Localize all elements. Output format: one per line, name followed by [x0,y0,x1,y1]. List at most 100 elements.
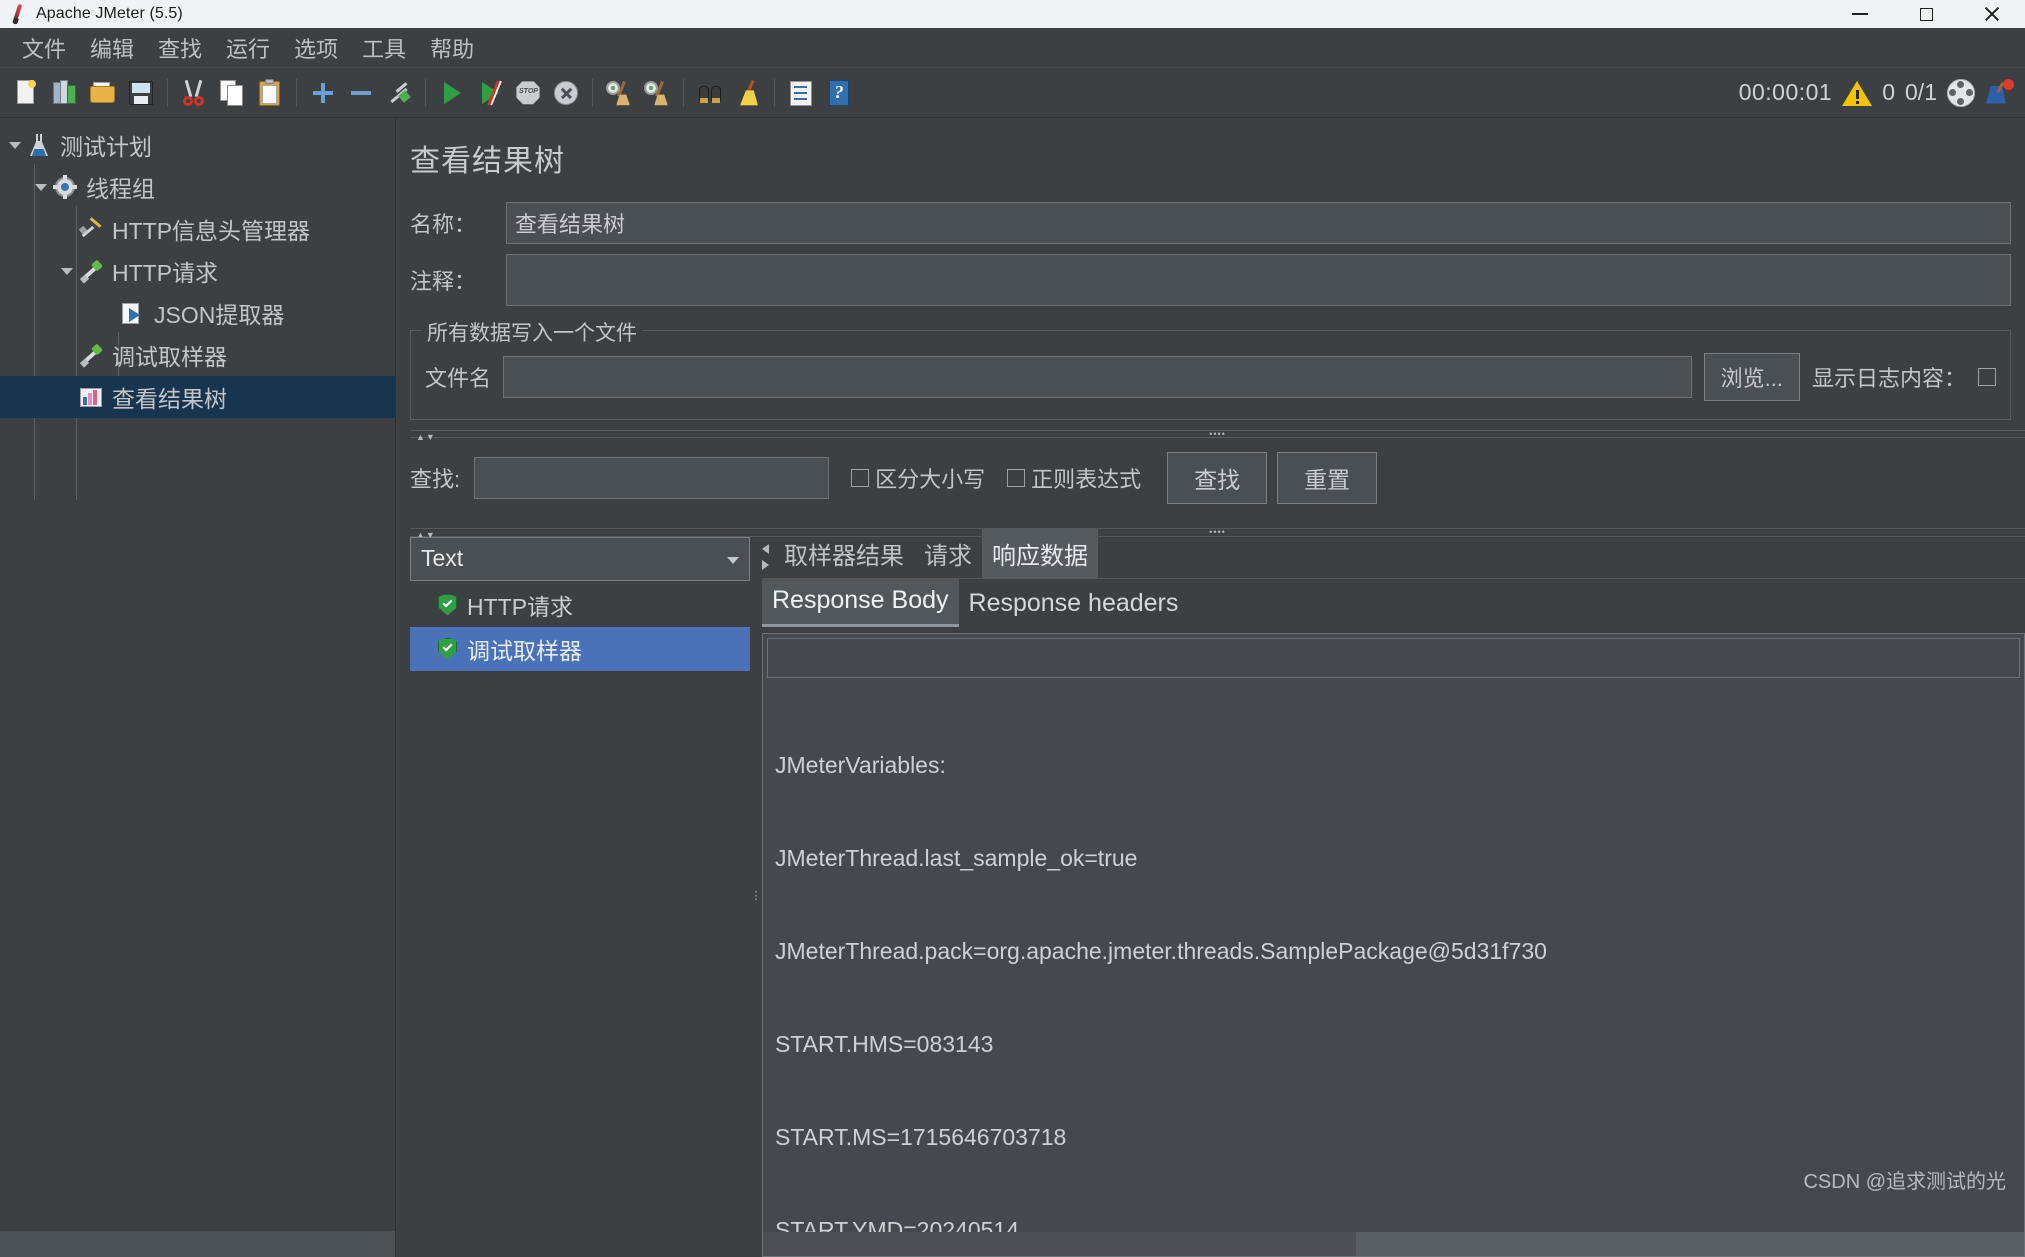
comment-input[interactable] [506,254,2011,306]
search-bar: 查找: 区分大小写 正则表达式 查找 重置 [396,438,2025,518]
sampler-results-list[interactable]: HTTP请求 调试取样器 [410,583,750,1257]
regex-wrap[interactable]: 正则表达式 [1007,462,1141,494]
render-combo[interactable]: Text [410,536,750,581]
browse-button[interactable]: 浏览... [1703,353,1800,401]
chevron-left-icon[interactable] [762,543,769,554]
tree-node-json-extractor[interactable]: JSON提取器 [0,292,395,334]
case-sensitive-wrap[interactable]: 区分大小写 [851,462,985,494]
stop-icon[interactable]: STOP [512,77,544,109]
tree-node-label: JSON提取器 [154,302,285,328]
http-header-manager-icon [78,216,104,242]
list-item-label: HTTP请求 [467,593,574,620]
json-extractor-icon [120,300,146,326]
tree-node-view-results-tree[interactable]: 查看结果树 [0,376,395,418]
reset-button[interactable]: 重置 [1277,452,1378,505]
tree-node-label: HTTP信息头管理器 [112,218,311,244]
tree-node-http-request[interactable]: HTTP请求 [0,250,395,292]
splitter-lower[interactable]: ▲▼ •••• [410,527,2025,540]
chevron-down-icon [727,556,739,564]
tree-node-label: HTTP请求 [112,260,219,286]
warning-triangle-icon[interactable] [1842,78,1873,108]
tree-node-test-plan[interactable]: 测试计划 [0,124,395,166]
find-button[interactable]: 查找 [1167,452,1268,505]
tab-response-headers[interactable]: Response headers [959,582,1189,627]
window-title: Apache JMeter (5.5) [36,5,183,22]
http-request-icon [78,258,104,284]
close-button[interactable] [1959,0,2025,28]
response-line: START.MS=1715646703718 [775,1123,1067,1150]
list-item[interactable]: 调试取样器 [410,626,750,671]
clear-icon[interactable] [603,77,635,109]
tab-response-data[interactable]: 响应数据 [982,528,1098,578]
tab-response-body[interactable]: Response Body [762,578,959,627]
start-no-timers-icon[interactable] [474,77,506,109]
menu-tools[interactable]: 工具 [350,30,418,66]
expand-all-icon[interactable] [307,77,339,109]
menu-edit[interactable]: 编辑 [78,30,146,66]
splitter-arrows-icon[interactable]: ▲▼ [416,432,436,443]
cut-icon[interactable] [178,77,210,109]
menu-file[interactable]: 文件 [10,30,78,66]
copy-icon[interactable] [216,77,248,109]
menu-run[interactable]: 运行 [214,30,282,66]
maximize-icon [1919,7,1933,21]
name-input[interactable]: 查看结果树 [506,202,2011,244]
filename-input[interactable] [503,356,1692,398]
render-combo-value: Text [421,545,464,571]
regex-checkbox[interactable] [1007,469,1026,488]
paste-icon[interactable] [254,77,286,109]
start-icon[interactable] [436,77,468,109]
shutdown-icon[interactable] [550,77,582,109]
horizontal-scrollbar[interactable] [763,1232,2024,1257]
panel-header: 查看结果树 名称： 查看结果树 注释： [396,118,2025,316]
tab-scroll-arrows[interactable] [762,543,774,578]
menu-options[interactable]: 选项 [282,30,350,66]
splitter-upper[interactable]: ▲▼ •••• [410,429,2025,442]
templates-icon[interactable] [49,77,81,109]
name-label: 名称： [410,212,477,237]
list-item[interactable]: HTTP请求 [410,583,750,627]
function-helper-icon[interactable] [785,77,817,109]
search-icon[interactable] [694,77,726,109]
save-icon[interactable] [125,77,157,109]
splitter-grip-icon: ⋮ [750,890,762,903]
tree-node-thread-group[interactable]: 线程组 [0,166,395,208]
chevron-right-icon[interactable] [762,559,769,570]
list-item-label: 调试取样器 [467,637,582,664]
collapse-all-icon[interactable] [345,77,377,109]
search-input[interactable] [474,457,830,500]
search-reset-icon[interactable] [732,77,764,109]
show-log-checkbox[interactable] [1978,368,1996,386]
maximize-button[interactable] [1893,0,1959,28]
vertical-splitter[interactable]: ⋮ [750,536,762,1257]
toggle-icon[interactable] [383,77,415,109]
response-search-field[interactable] [767,637,2020,678]
response-body-text[interactable]: JMeterVariables: JMeterThread.last_sampl… [763,678,2024,1233]
open-icon[interactable] [87,77,119,109]
tree-node-label: 查看结果树 [112,386,227,412]
case-sensitive-checkbox[interactable] [851,469,870,488]
menu-help[interactable]: 帮助 [418,30,486,66]
menu-search[interactable]: 查找 [146,30,214,66]
help-icon[interactable]: ? [823,77,855,109]
chevron-down-icon[interactable] [56,260,78,282]
clear-all-icon[interactable] [641,77,673,109]
new-document-icon[interactable] [11,77,43,109]
jmeter-feather-icon [8,3,30,25]
tree-node-debug-sampler[interactable]: 调试取样器 [0,334,395,376]
tree-node-label: 测试计划 [60,134,152,160]
test-plan-icon [26,132,52,158]
scrollbar-thumb[interactable] [763,1232,1356,1257]
response-line: JMeterVariables: [775,751,946,778]
chevron-down-icon[interactable] [30,176,52,198]
test-plan-tree[interactable]: 测试计划 线程组 HTTP信息头管理器 HTTP请求 JSON提取器 调试取样器… [0,118,396,1257]
chevron-down-icon[interactable] [4,134,26,156]
filename-label: 文件名 [425,366,492,391]
minimize-button[interactable] [1827,0,1893,28]
warning-count: 0 [1882,79,1896,105]
left-bottom-strip [0,1231,395,1257]
tab-request[interactable]: 请求 [914,529,982,578]
tab-sampler-result[interactable]: 取样器结果 [774,529,914,578]
tree-node-http-header-manager[interactable]: HTTP信息头管理器 [0,208,395,250]
clean-cache-icon[interactable] [1985,78,2015,107]
